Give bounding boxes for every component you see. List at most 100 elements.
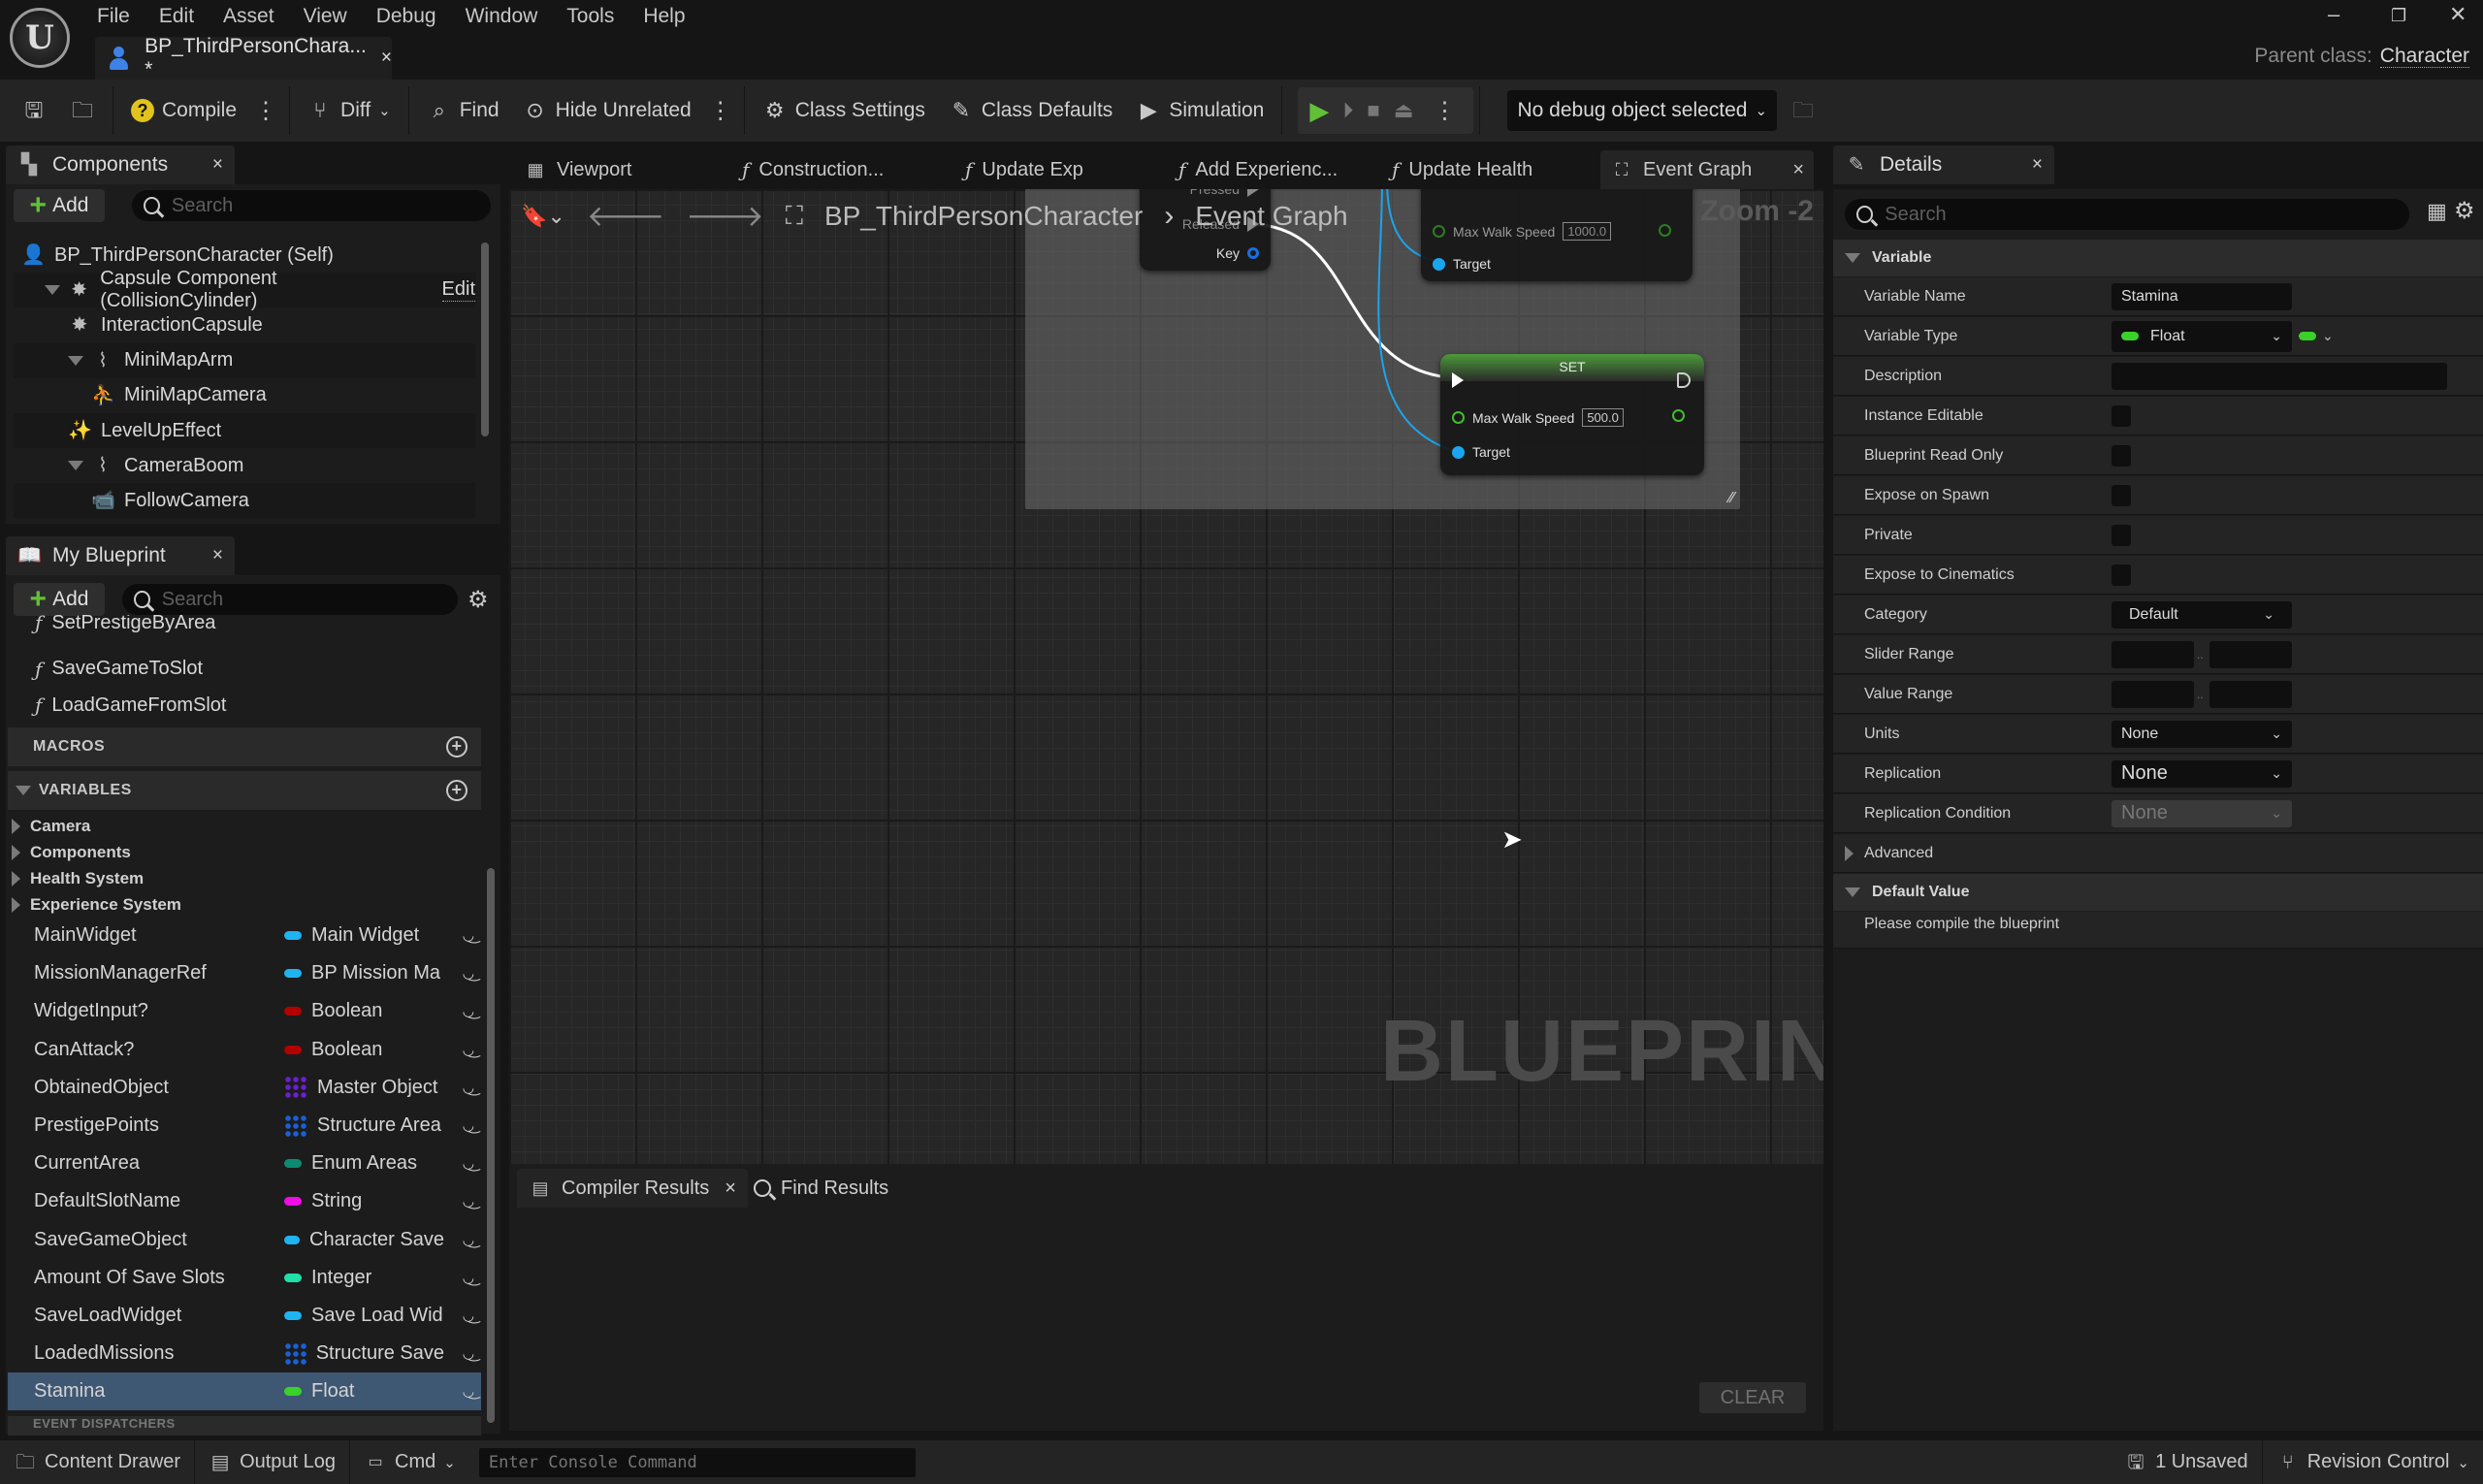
- diff-button[interactable]: ⑂ Diff ⌄: [296, 87, 403, 134]
- components-scrollbar[interactable]: [481, 242, 489, 436]
- advanced-row[interactable]: Advanced: [1833, 834, 2483, 873]
- component-tree-item[interactable]: ⌇ CameraBoom: [14, 448, 475, 483]
- find-button[interactable]: ⌕ Find: [415, 87, 511, 134]
- find-results-tab[interactable]: Find Results: [754, 1169, 888, 1208]
- variable-type-select[interactable]: Float ⌄: [2112, 320, 2292, 352]
- event-dispatchers-section[interactable]: EVENT DISPATCHERS: [8, 1416, 481, 1436]
- function-item[interactable]: ƒ LoadGameFromSlot: [14, 688, 475, 723]
- variable-item[interactable]: ObtainedObject Master Object ◡͜: [8, 1069, 481, 1107]
- unreal-logo-icon[interactable]: U: [10, 8, 70, 68]
- macros-section[interactable]: MACROS +: [8, 727, 481, 766]
- table-view-icon[interactable]: ▦: [2427, 199, 2447, 224]
- event-graph-canvas[interactable]: 🔖⌄ 🡐 🡒 ⛶ BP_ThirdPersonCharacter › Event…: [509, 189, 1823, 1164]
- function-item[interactable]: ƒ SetPrestigeByArea: [14, 615, 475, 634]
- details-tab[interactable]: ✎ Details ×: [1833, 145, 2054, 184]
- edit-in-cpp-link[interactable]: Edit: [441, 278, 475, 303]
- max-walk-speed-pin[interactable]: Max Walk Speed 500.0: [1452, 408, 1624, 427]
- variable-item[interactable]: Stamina Float ◡͜: [8, 1372, 481, 1411]
- component-tree-item[interactable]: ✸ Capsule Component (CollisionCylinder) Ed…: [14, 268, 475, 311]
- debug-object-select[interactable]: No debug object selected ⌄: [1507, 90, 1778, 131]
- variable-item[interactable]: MissionManagerRef BP Mission Ma ◡͜: [8, 954, 481, 992]
- container-type-select[interactable]: ⌄: [2299, 328, 2334, 344]
- compiler-results-tab[interactable]: ▤ Compiler Results ×: [517, 1169, 748, 1208]
- revision-control-button[interactable]: ⑂ Revision Control ⌄: [2263, 1440, 2483, 1484]
- class-defaults-button[interactable]: ✎ Class Defaults: [937, 87, 1124, 134]
- output-log-button[interactable]: ▤ Output Log: [195, 1440, 351, 1484]
- exec-in-pin-icon[interactable]: [1452, 372, 1464, 388]
- close-icon[interactable]: ×: [1792, 159, 1804, 181]
- menu-edit[interactable]: Edit: [159, 0, 211, 33]
- category-combo[interactable]: Default ⌄: [2112, 600, 2292, 629]
- content-drawer-button[interactable]: 🗀 Content Drawer: [0, 1440, 196, 1484]
- back-arrow-icon[interactable]: 🡐: [587, 199, 664, 234]
- units-select[interactable]: None ⌄: [2112, 720, 2292, 748]
- cmd-select[interactable]: ▭ Cmd ⌄: [350, 1440, 469, 1484]
- function-item[interactable]: ƒ SaveGameToSlot: [14, 652, 475, 687]
- menu-window[interactable]: Window: [466, 0, 556, 33]
- my-blueprint-tab[interactable]: 📖 My Blueprint ×: [6, 536, 235, 575]
- variable-item[interactable]: LoadedMissions Structure Save ◡͜: [8, 1335, 481, 1372]
- target-pin[interactable]: Target: [1433, 256, 1491, 272]
- visibility-eye-icon[interactable]: ◡͜: [463, 1003, 474, 1019]
- visibility-eye-icon[interactable]: ◡͜: [463, 1080, 474, 1096]
- visibility-eye-icon[interactable]: ◡͜: [463, 1383, 474, 1400]
- simulation-button[interactable]: ▶ Simulation: [1124, 87, 1275, 134]
- editor-tab[interactable]: ƒ Construction...: [732, 150, 893, 189]
- visibility-eye-icon[interactable]: ◡͜: [463, 927, 474, 944]
- variable-category[interactable]: Components: [12, 839, 131, 865]
- components-tab[interactable]: ▚ Components ×: [6, 145, 235, 184]
- save-button[interactable]: 🖫: [0, 87, 58, 134]
- variable-item[interactable]: CurrentArea Enum Areas ◡͜: [8, 1145, 481, 1182]
- close-window-icon[interactable]: ✕: [2449, 2, 2467, 27]
- components-search[interactable]: [132, 190, 491, 221]
- unsaved-button[interactable]: 🖫 1 Unsaved: [2111, 1440, 2263, 1484]
- browse-button[interactable]: 🗀: [58, 87, 107, 134]
- document-tab[interactable]: BP_ThirdPersonChara... * ×: [95, 35, 392, 81]
- visibility-eye-icon[interactable]: ◡͜: [463, 1307, 474, 1324]
- instance-editable-checkbox[interactable]: [2112, 404, 2131, 427]
- collapse-arrow-icon[interactable]: [68, 355, 83, 366]
- step-icon[interactable]: ⏵: [1342, 98, 1353, 123]
- variables-section[interactable]: VARIABLES +: [8, 771, 481, 810]
- component-tree-item[interactable]: ⛹ MiniMapCamera: [14, 378, 475, 413]
- visibility-eye-icon[interactable]: ◡͜: [463, 965, 474, 982]
- add-macro-icon[interactable]: +: [446, 736, 468, 758]
- resize-handle-icon[interactable]: ⁄⁄: [1729, 490, 1734, 507]
- menu-help[interactable]: Help: [643, 0, 702, 33]
- key-pin[interactable]: Key: [1216, 245, 1259, 261]
- settings-gear-icon[interactable]: ⚙: [468, 586, 489, 614]
- details-search-input[interactable]: [1885, 203, 2409, 226]
- visibility-eye-icon[interactable]: ◡͜: [463, 1193, 474, 1210]
- menu-file[interactable]: File: [97, 0, 147, 33]
- class-settings-button[interactable]: ⚙ Class Settings: [751, 87, 937, 134]
- variable-item[interactable]: DefaultSlotName String ◡͜: [8, 1182, 481, 1220]
- visibility-eye-icon[interactable]: ◡͜: [463, 1042, 474, 1058]
- slider-range-max-input[interactable]: [2209, 640, 2292, 668]
- visibility-eye-icon[interactable]: ◡͜: [463, 1232, 474, 1248]
- variable-category[interactable]: Camera: [12, 813, 90, 839]
- editor-tab[interactable]: ƒ Update Exp: [955, 150, 1093, 189]
- add-component-button[interactable]: + Add: [14, 189, 105, 222]
- clear-button[interactable]: CLEAR: [1699, 1382, 1806, 1413]
- my-blueprint-search-input[interactable]: [161, 588, 458, 611]
- hide-unrelated-options-icon[interactable]: ⋮: [703, 97, 738, 125]
- play-options-icon[interactable]: ⋮: [1427, 97, 1462, 125]
- breadcrumb-root[interactable]: BP_ThirdPersonCharacter: [824, 201, 1143, 232]
- collapse-arrow-icon[interactable]: [45, 285, 60, 296]
- editor-tab[interactable]: ƒ Add Experienc...: [1169, 150, 1347, 189]
- hide-unrelated-button[interactable]: ⊙ Hide Unrelated: [511, 87, 703, 134]
- collapse-arrow-icon[interactable]: [68, 461, 83, 471]
- forward-arrow-icon[interactable]: 🡒: [686, 199, 763, 234]
- value-range-min-input[interactable]: [2112, 680, 2194, 708]
- expose-on-spawn-checkbox[interactable]: [2112, 484, 2131, 506]
- visibility-eye-icon[interactable]: ◡͜: [463, 1117, 474, 1134]
- slider-range-min-input[interactable]: [2112, 640, 2194, 668]
- menu-tools[interactable]: Tools: [566, 0, 631, 33]
- compile-button[interactable]: ? Compile: [119, 87, 248, 134]
- close-icon[interactable]: ×: [725, 1178, 736, 1200]
- variable-item[interactable]: WidgetInput? Boolean ◡͜: [8, 992, 481, 1030]
- eject-icon[interactable]: ⏏: [1394, 98, 1414, 123]
- variable-category[interactable]: Experience System: [12, 891, 181, 918]
- components-search-input[interactable]: [171, 194, 491, 217]
- expose-to-cinematics-checkbox[interactable]: [2112, 564, 2131, 586]
